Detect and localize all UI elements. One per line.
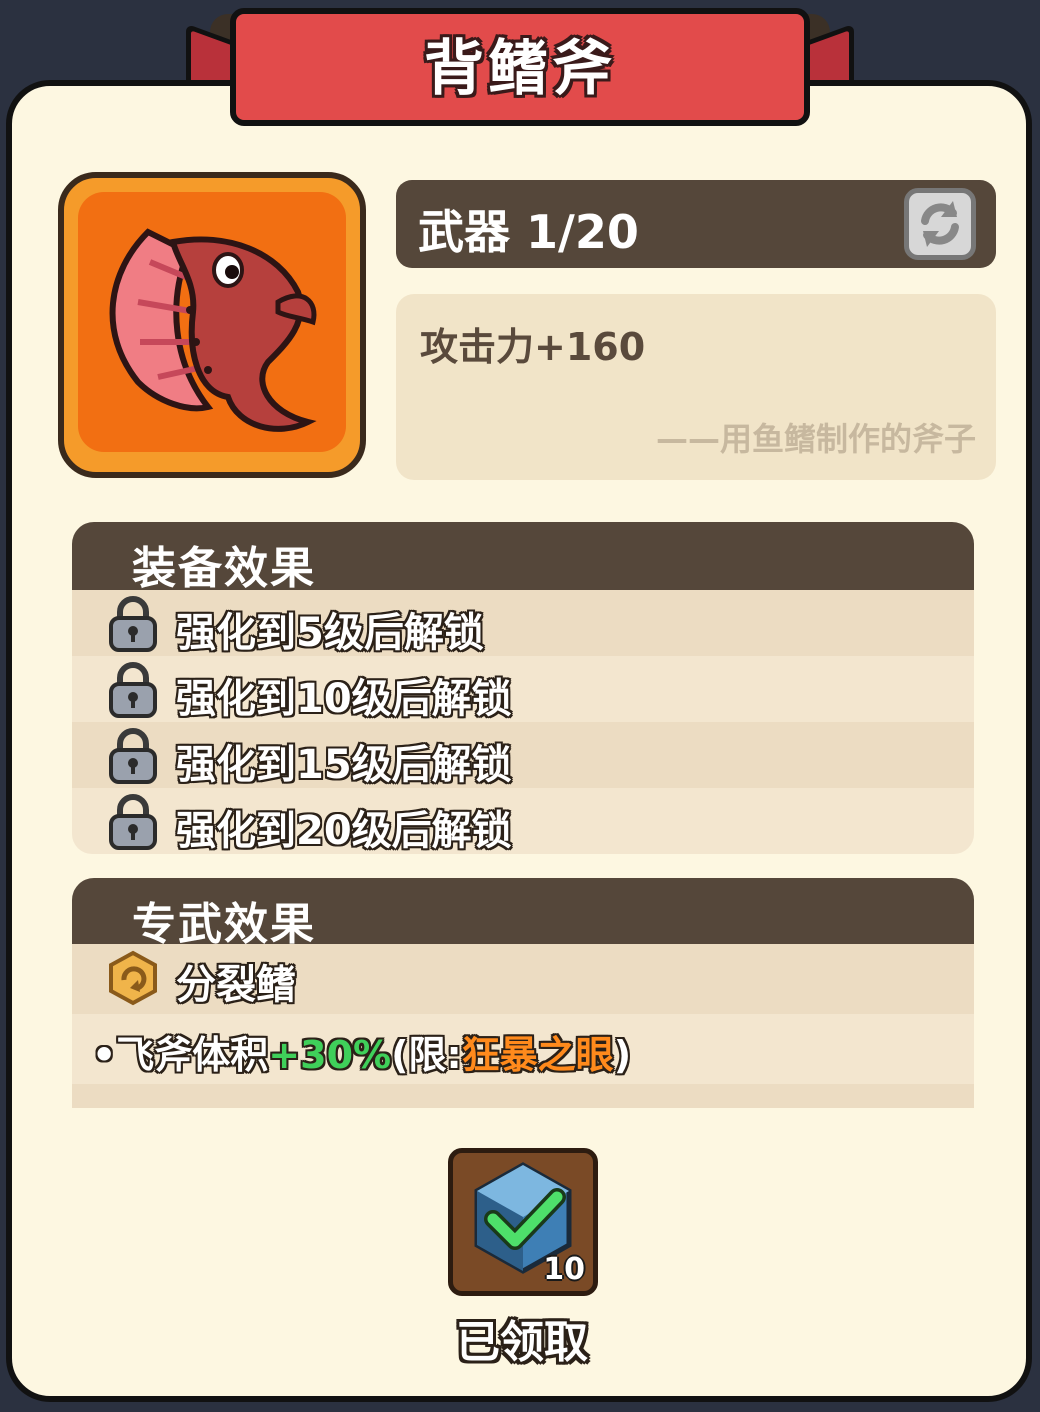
effect-row: 强化到20级后解锁 (72, 788, 974, 854)
weapon-level-bar: 武器 1/20 (396, 180, 996, 268)
equip-effects-header: 装备效果 (72, 522, 974, 594)
attack-stat: 攻击力+160 (420, 325, 646, 369)
skill-effect-prefix: •飞斧体积 (92, 1033, 269, 1077)
effect-row: 强化到15级后解锁 (72, 722, 974, 788)
fin-axe-icon (109, 228, 317, 432)
weapon-icon-bg (78, 192, 346, 452)
lock-icon (109, 728, 157, 784)
item-title: 背鳍斧 (424, 34, 616, 104)
effect-row: 强化到5级后解锁 (72, 590, 974, 656)
exclusive-effects-title: 专武效果 (132, 899, 316, 950)
reward-item[interactable]: 10 (448, 1148, 598, 1296)
effect-text: 强化到20级后解锁 (176, 808, 512, 854)
skill-effect-bonus: +30% (268, 1033, 392, 1077)
skill-effect-limit-close: ) (613, 1033, 632, 1077)
skill-name: 分裂鳍 (176, 962, 296, 1008)
skill-effect-line: •飞斧体积+30%(限:狂暴之眼) (92, 1024, 631, 1079)
effect-text: 强化到10级后解锁 (176, 676, 512, 722)
refresh-button[interactable] (904, 188, 976, 260)
weapon-icon-frame (58, 172, 366, 478)
skill-effect-row: •飞斧体积+30%(限:狂暴之眼) (72, 1014, 974, 1084)
reward-count: 10 (543, 1252, 585, 1287)
description-box: 攻击力+160 ——用鱼鳍制作的斧子 (396, 294, 996, 480)
exclusive-effects-header: 专武效果 (72, 878, 974, 950)
lock-icon (109, 596, 157, 652)
skill-effect-limit-target: 狂暴之眼 (461, 1033, 614, 1077)
effect-text: 强化到5级后解锁 (176, 610, 484, 656)
equip-effects-title: 装备效果 (132, 543, 316, 594)
skill-hexagon-icon (109, 950, 157, 1006)
weapon-level-label: 武器 1/20 (418, 205, 639, 259)
effect-row: 强化到10级后解锁 (72, 656, 974, 722)
refresh-icon (921, 201, 959, 247)
skill-row: 分裂鳍 (72, 944, 974, 1014)
effect-text: 强化到15级后解锁 (176, 742, 512, 788)
skill-row-spacer (72, 1084, 974, 1108)
skill-effect-limit-open: (限: (391, 1033, 462, 1077)
lock-icon (109, 794, 157, 850)
lock-icon (109, 662, 157, 718)
claimed-label: 已领取 (456, 1317, 588, 1368)
flavor-text: ——用鱼鳍制作的斧子 (655, 420, 976, 458)
